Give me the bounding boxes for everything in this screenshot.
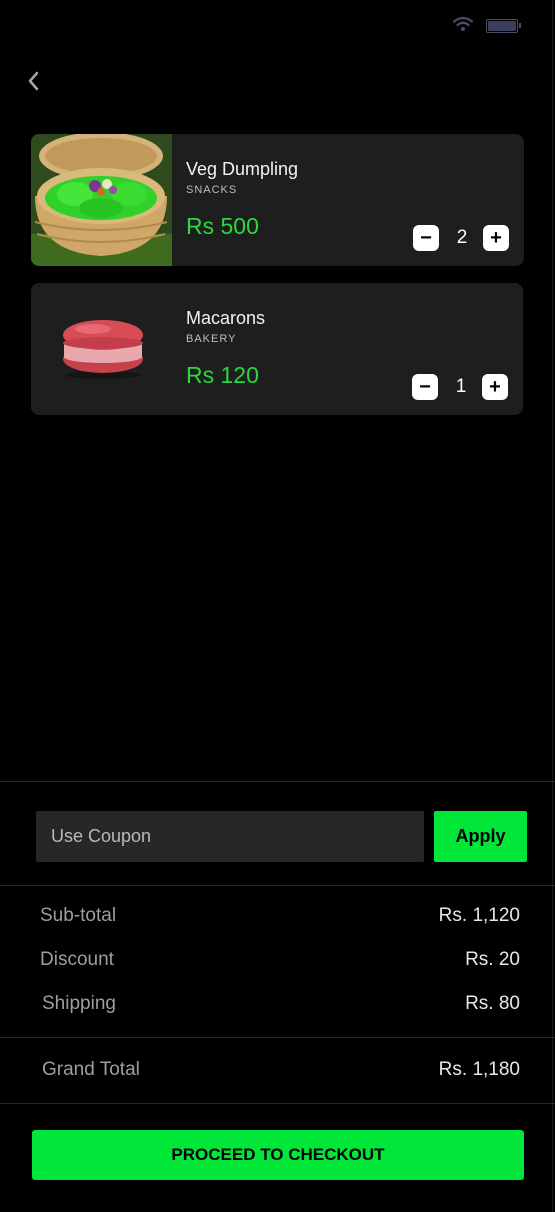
item-category: BAKERY xyxy=(186,333,237,345)
macaron-image xyxy=(31,283,172,415)
grand-total-label: Grand Total xyxy=(42,1059,140,1080)
screen-edge xyxy=(552,0,553,1212)
grand-total-value: Rs. 1,180 xyxy=(438,1059,520,1080)
item-category: SNACKS xyxy=(186,184,238,196)
increase-quantity-button[interactable]: + xyxy=(483,225,509,251)
subtotal-label: Sub-total xyxy=(40,905,117,926)
item-name: Macarons xyxy=(186,308,266,328)
item-price: Rs 120 xyxy=(186,362,259,388)
item-name: Veg Dumpling xyxy=(186,159,299,179)
quantity-value: 1 xyxy=(455,376,467,397)
cart-item-veg-dumpling[interactable]: Veg Dumpling SNACKS Rs 500 − 2 + xyxy=(31,134,524,266)
divider xyxy=(0,885,555,886)
decrease-quantity-button[interactable]: − xyxy=(413,225,439,251)
veg-dumpling-image xyxy=(31,134,172,266)
decrease-quantity-button[interactable]: − xyxy=(412,374,438,400)
increase-quantity-button[interactable]: + xyxy=(482,374,508,400)
apply-coupon-button[interactable]: Apply xyxy=(434,811,527,862)
item-price: Rs 500 xyxy=(186,213,259,239)
proceed-to-checkout-button[interactable]: PROCEED TO CHECKOUT xyxy=(32,1130,524,1180)
divider xyxy=(0,1037,555,1038)
quantity-value: 2 xyxy=(456,227,468,248)
discount-value: Rs. 20 xyxy=(465,949,520,970)
divider xyxy=(0,1103,555,1104)
subtotal-value: Rs. 1,120 xyxy=(438,905,520,926)
discount-label: Discount xyxy=(40,949,114,970)
shipping-value: Rs. 80 xyxy=(465,993,520,1014)
cart-item-macarons[interactable]: Macarons BAKERY Rs 120 − 1 + xyxy=(31,283,523,415)
coupon-input[interactable] xyxy=(36,811,424,862)
back-chevron-icon[interactable] xyxy=(22,66,46,96)
shipping-label: Shipping xyxy=(42,993,116,1014)
wifi-icon xyxy=(453,16,473,31)
divider xyxy=(0,781,555,782)
battery-icon xyxy=(486,19,521,33)
